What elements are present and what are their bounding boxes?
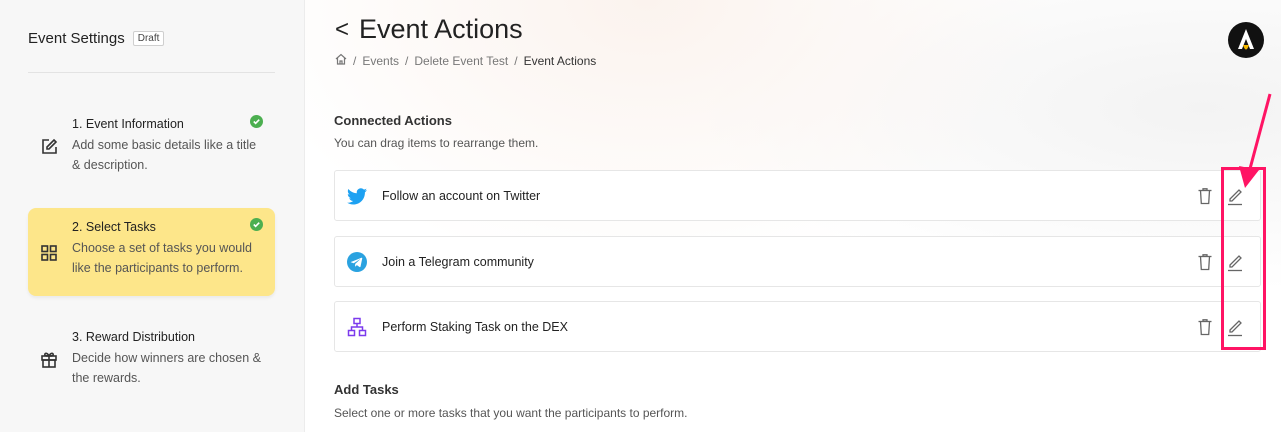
page-title: < Event Actions	[335, 14, 523, 45]
main-content: < Event Actions / Events / Delete Event …	[305, 0, 1281, 432]
home-icon[interactable]	[335, 53, 347, 68]
sidebar-header: Event Settings Draft	[28, 30, 165, 47]
gift-icon	[40, 350, 58, 368]
trash-icon[interactable]	[1197, 187, 1213, 205]
sidebar: Event Settings Draft 1. Event Informatio…	[0, 0, 305, 432]
twitter-icon	[347, 186, 367, 206]
add-tasks-subtitle: Select one or more tasks that you want t…	[334, 406, 688, 420]
action-row-twitter[interactable]: Follow an account on Twitter	[334, 170, 1261, 221]
annotation-highlight-box	[1221, 167, 1266, 350]
check-icon	[250, 218, 263, 231]
trash-icon[interactable]	[1197, 318, 1213, 336]
action-label: Follow an account on Twitter	[382, 188, 541, 203]
avatar[interactable]	[1228, 22, 1264, 58]
action-row-telegram[interactable]: Join a Telegram community	[334, 236, 1261, 287]
edit-icon	[40, 138, 58, 156]
breadcrumb-current: Event Actions	[523, 53, 597, 68]
trash-icon[interactable]	[1197, 253, 1213, 271]
breadcrumb-events[interactable]: Events	[362, 54, 399, 68]
breadcrumb-event[interactable]: Delete Event Test	[414, 54, 508, 68]
step-reward-distribution[interactable]: 3. Reward Distribution Decide how winner…	[28, 318, 275, 398]
action-label: Perform Staking Task on the DEX	[382, 319, 568, 334]
sidebar-divider	[28, 72, 275, 73]
draft-badge: Draft	[132, 31, 165, 46]
page-title-text: Event Actions	[359, 14, 523, 44]
network-icon	[347, 317, 367, 337]
step-title: 3. Reward Distribution	[72, 330, 195, 344]
action-label: Join a Telegram community	[382, 254, 534, 269]
step-description: Decide how winners are chosen & the rewa…	[72, 351, 261, 385]
step-description: Choose a set of tasks you would like the…	[72, 241, 252, 275]
add-tasks-title: Add Tasks	[334, 382, 399, 397]
grid-icon	[40, 244, 58, 262]
step-description: Add some basic details like a title & de…	[72, 138, 257, 172]
step-event-information[interactable]: 1. Event Information Add some basic deta…	[28, 105, 275, 185]
step-title: 1. Event Information	[72, 117, 184, 131]
connected-actions-subtitle: You can drag items to rearrange them.	[334, 136, 539, 150]
step-select-tasks[interactable]: 2. Select Tasks Choose a set of tasks yo…	[28, 208, 275, 296]
back-icon[interactable]: <	[335, 16, 349, 44]
action-row-staking[interactable]: Perform Staking Task on the DEX	[334, 301, 1261, 352]
breadcrumb: / Events / Delete Event Test / Event Act…	[335, 53, 596, 68]
telegram-icon	[347, 252, 367, 272]
sidebar-title: Event Settings	[28, 30, 125, 47]
connected-actions-title: Connected Actions	[334, 113, 452, 128]
step-title: 2. Select Tasks	[72, 220, 156, 234]
annotation-arrow-icon	[1239, 93, 1272, 188]
check-icon	[250, 115, 263, 128]
